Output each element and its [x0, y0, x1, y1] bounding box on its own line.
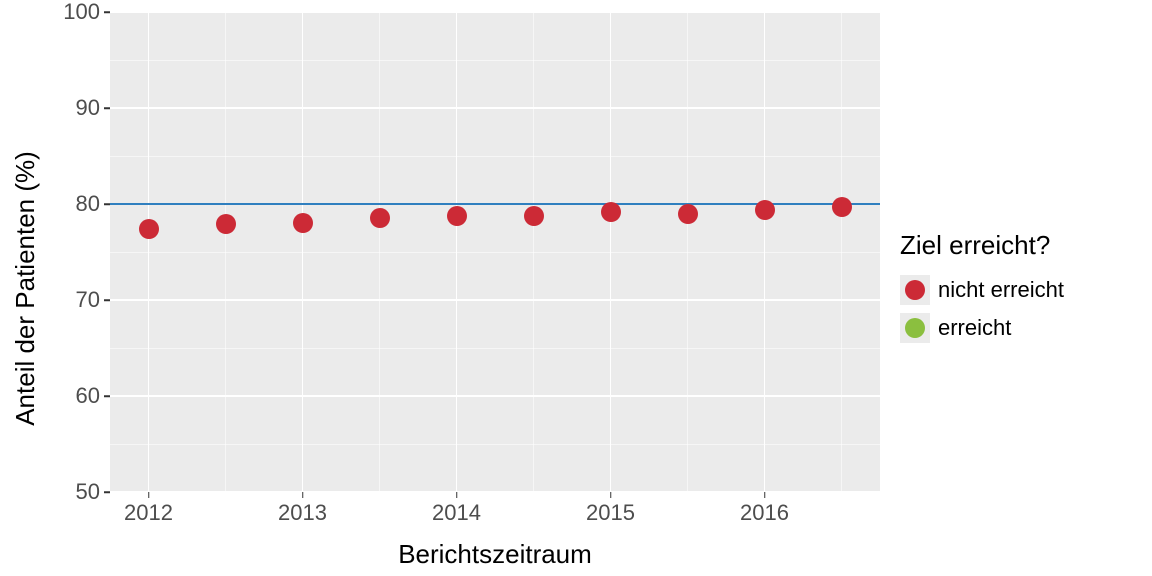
data-point	[601, 202, 621, 222]
gridline-v	[302, 12, 304, 492]
y-tick-mark	[104, 203, 110, 205]
legend-key	[900, 275, 930, 305]
gridline-v-minor	[841, 12, 842, 492]
x-tick-mark	[610, 492, 612, 498]
data-point	[755, 200, 775, 220]
y-axis-title-text: Anteil der Patienten (%)	[10, 151, 41, 426]
gridline-v-minor	[379, 12, 380, 492]
data-point	[447, 206, 467, 226]
x-tick-label: 2014	[417, 500, 497, 526]
y-tick-mark	[104, 491, 110, 493]
y-tick-mark	[104, 299, 110, 301]
legend-label: erreicht	[938, 315, 1011, 341]
y-tick-label: 80	[50, 191, 100, 217]
chart-container: Anteil der Patienten (%) Berichtszeitrau…	[0, 0, 1152, 576]
gridline-v-minor	[225, 12, 226, 492]
legend-item-erreicht: erreicht	[900, 313, 1064, 343]
y-tick-label: 60	[50, 383, 100, 409]
gridline-v-minor	[533, 12, 534, 492]
legend-item-nicht-erreicht: nicht erreicht	[900, 275, 1064, 305]
x-tick-mark	[302, 492, 304, 498]
y-tick-label: 90	[50, 95, 100, 121]
circle-icon	[905, 318, 925, 338]
data-point	[293, 213, 313, 233]
data-point	[832, 197, 852, 217]
gridline-v	[456, 12, 458, 492]
y-tick-label: 50	[50, 479, 100, 505]
x-tick-label: 2012	[109, 500, 189, 526]
x-axis-title: Berichtszeitraum	[110, 539, 880, 570]
y-axis-title: Anteil der Patienten (%)	[10, 0, 40, 576]
legend-title: Ziel erreicht?	[900, 230, 1064, 261]
x-tick-label: 2016	[725, 500, 805, 526]
legend-label: nicht erreicht	[938, 277, 1064, 303]
circle-icon	[905, 280, 925, 300]
data-point	[370, 208, 390, 228]
y-tick-label: 70	[50, 287, 100, 313]
data-point	[139, 219, 159, 239]
data-point	[678, 204, 698, 224]
legend: Ziel erreicht? nicht erreicht erreicht	[900, 0, 1064, 576]
x-tick-mark	[456, 492, 458, 498]
x-axis-title-text: Berichtszeitraum	[398, 539, 592, 569]
y-tick-mark	[104, 11, 110, 13]
legend-key	[900, 313, 930, 343]
y-tick-label: 100	[50, 0, 100, 25]
y-tick-mark	[104, 395, 110, 397]
gridline-v-minor	[687, 12, 688, 492]
data-point	[216, 214, 236, 234]
gridline-v	[610, 12, 612, 492]
plot-panel	[110, 12, 880, 492]
x-tick-mark	[764, 492, 766, 498]
x-tick-label: 2013	[263, 500, 343, 526]
y-tick-mark	[104, 107, 110, 109]
x-tick-mark	[148, 492, 150, 498]
gridline-v	[148, 12, 150, 492]
data-point	[524, 206, 544, 226]
x-tick-label: 2015	[571, 500, 651, 526]
gridline-v	[764, 12, 766, 492]
